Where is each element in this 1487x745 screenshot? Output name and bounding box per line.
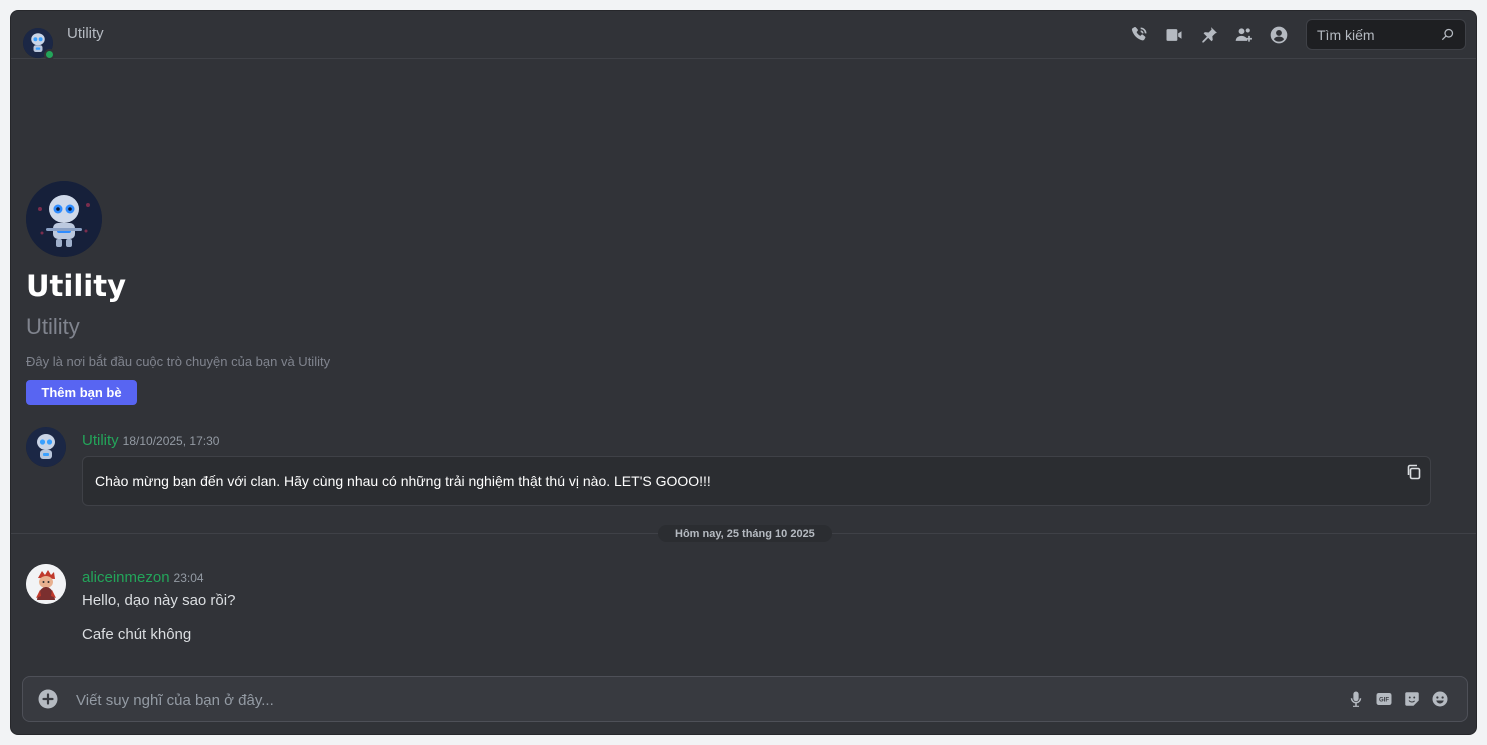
video-call-button[interactable] [1162,23,1186,47]
user-profile-icon [1270,26,1288,44]
header-avatar[interactable] [23,27,55,60]
character-avatar-icon [26,564,66,604]
copy-button[interactable] [1406,464,1422,480]
add-member-icon [1235,28,1252,42]
search-box[interactable] [1306,19,1466,50]
robot-avatar-icon [26,427,66,467]
welcome-description: Đây là nơi bắt đầu cuộc trò chuyện của b… [26,354,331,369]
phone-call-icon [1131,26,1147,41]
voice-message-button[interactable] [1347,689,1365,709]
add-member-button[interactable] [1232,23,1256,47]
message-author[interactable]: aliceinmezon [82,569,170,586]
message-input[interactable] [76,689,1276,711]
phone-call-button[interactable] [1127,23,1151,47]
channel-header: Utility [11,11,1476,60]
online-status-dot [44,48,55,60]
message-author[interactable]: Utility [82,432,119,449]
svg-text:GIF: GIF [1379,698,1389,704]
pinned-messages-button[interactable] [1197,23,1221,47]
emoji-icon [1432,691,1448,707]
message-header: Utility 18/10/2025, 17:30 [82,432,219,449]
date-divider: Hôm nay, 25 tháng 10 2025 [658,525,832,542]
pin-icon [1202,27,1217,43]
message-embed: Chào mừng bạn đến với clan. Hãy cùng nha… [82,456,1431,506]
message-timestamp: 23:04 [173,571,204,585]
chat-window: Utility Tìm kiếm Utility Utility Đây là … [10,10,1477,735]
welcome-avatar [26,181,102,257]
robot-avatar-icon [26,181,102,257]
header-toolbar [1127,23,1291,47]
composer-tools: GIF [1347,689,1449,709]
welcome-name: Utility [26,269,126,303]
embed-text: Chào mừng bạn đến với clan. Hãy cùng nha… [95,473,711,489]
emoji-button[interactable] [1431,689,1449,709]
message-composer: GIF [22,676,1468,722]
sticker-icon [1405,692,1419,706]
plus-circle-icon [38,689,58,709]
message-avatar[interactable] [26,564,66,604]
message-timestamp: 18/10/2025, 17:30 [122,434,220,448]
gif-button[interactable]: GIF [1375,689,1393,709]
message-line: Cafe chút không [82,626,192,643]
search-icon[interactable] [1440,27,1455,42]
sticker-button[interactable] [1403,689,1421,709]
attach-button[interactable] [38,689,58,709]
user-profile-button[interactable] [1267,23,1291,47]
channel-title: Utility [67,25,104,42]
microphone-icon [1350,691,1362,707]
message-line: Hello, dạo này sao rồi? [82,592,236,609]
copy-icon [1407,464,1421,480]
message-avatar[interactable] [26,427,66,467]
gif-icon: GIF [1376,693,1392,705]
search-input[interactable] [1317,26,1437,43]
add-friend-button[interactable]: Thêm bạn bè [26,380,137,405]
message-header: aliceinmezon 23:04 [82,569,204,586]
video-camera-icon [1166,29,1182,41]
welcome-handle: Utility [26,314,80,339]
